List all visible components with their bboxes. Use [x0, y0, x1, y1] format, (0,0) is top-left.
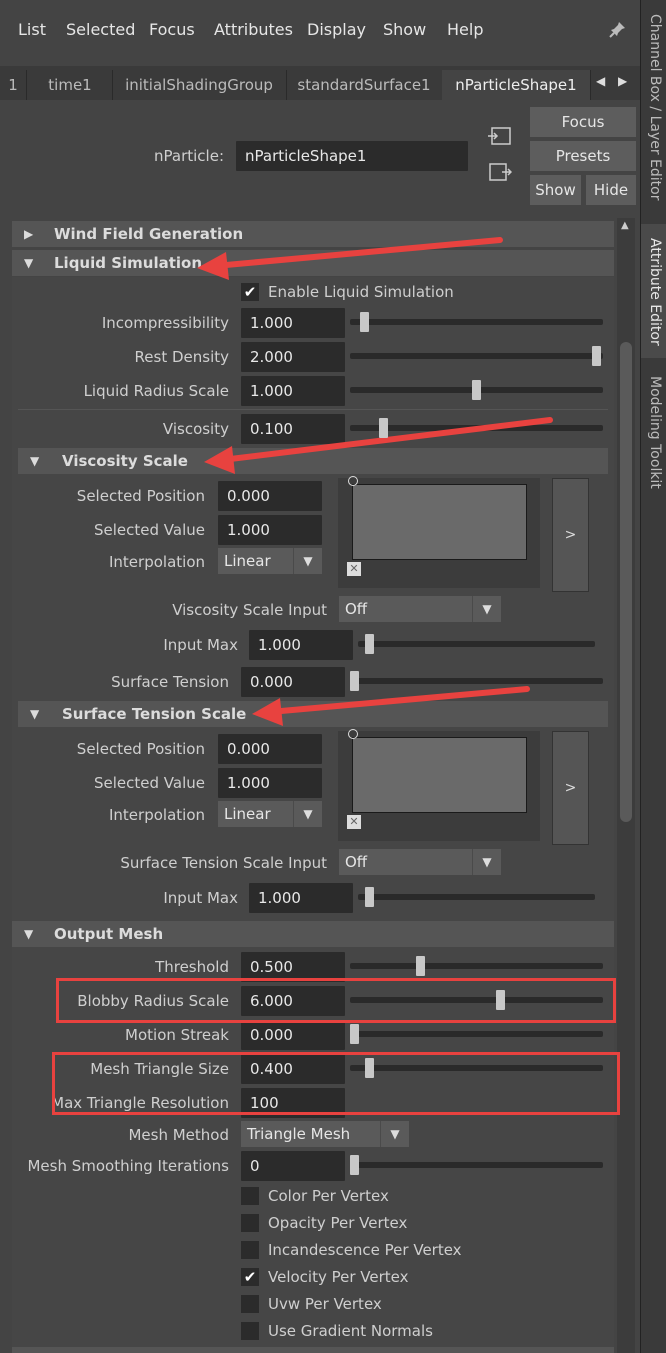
side-tab-label: Modeling Toolkit [647, 376, 663, 489]
slider-handle[interactable] [379, 418, 388, 438]
side-tab-label: Channel Box / Layer Editor [647, 14, 663, 201]
side-tab-channel-box[interactable]: Channel Box / Layer Editor [641, 0, 666, 220]
slider-handle[interactable] [360, 312, 369, 332]
arrow-surface-tension-scale [267, 686, 530, 715]
slider-handle[interactable] [472, 380, 481, 400]
slider-handle[interactable] [365, 1058, 374, 1078]
slider-handle[interactable] [496, 990, 505, 1010]
side-tab-label: Attribute Editor [647, 238, 663, 346]
highlight-blobby-radius-scale [56, 978, 616, 1023]
slider-handle[interactable] [365, 634, 374, 654]
arrow-head [252, 698, 283, 726]
side-tab-attribute-editor[interactable]: Attribute Editor [641, 224, 666, 358]
slider-handle[interactable] [350, 1024, 359, 1044]
arrow-liquid-simulation [212, 237, 503, 269]
side-tab-modeling-toolkit[interactable]: Modeling Toolkit [641, 362, 666, 502]
highlight-mesh-triangle [52, 1052, 620, 1115]
side-tab-bar: Channel Box / Layer Editor Attribute Edi… [640, 0, 666, 1353]
slider-handle[interactable] [350, 1155, 359, 1175]
slider-handle[interactable] [350, 671, 359, 691]
slider-handle[interactable] [592, 346, 601, 366]
slider-handle[interactable] [365, 887, 374, 907]
arrow-head [197, 252, 229, 280]
arrow-head [204, 446, 235, 474]
slider-handle[interactable] [416, 956, 425, 976]
annotation-arrows [197, 237, 553, 726]
